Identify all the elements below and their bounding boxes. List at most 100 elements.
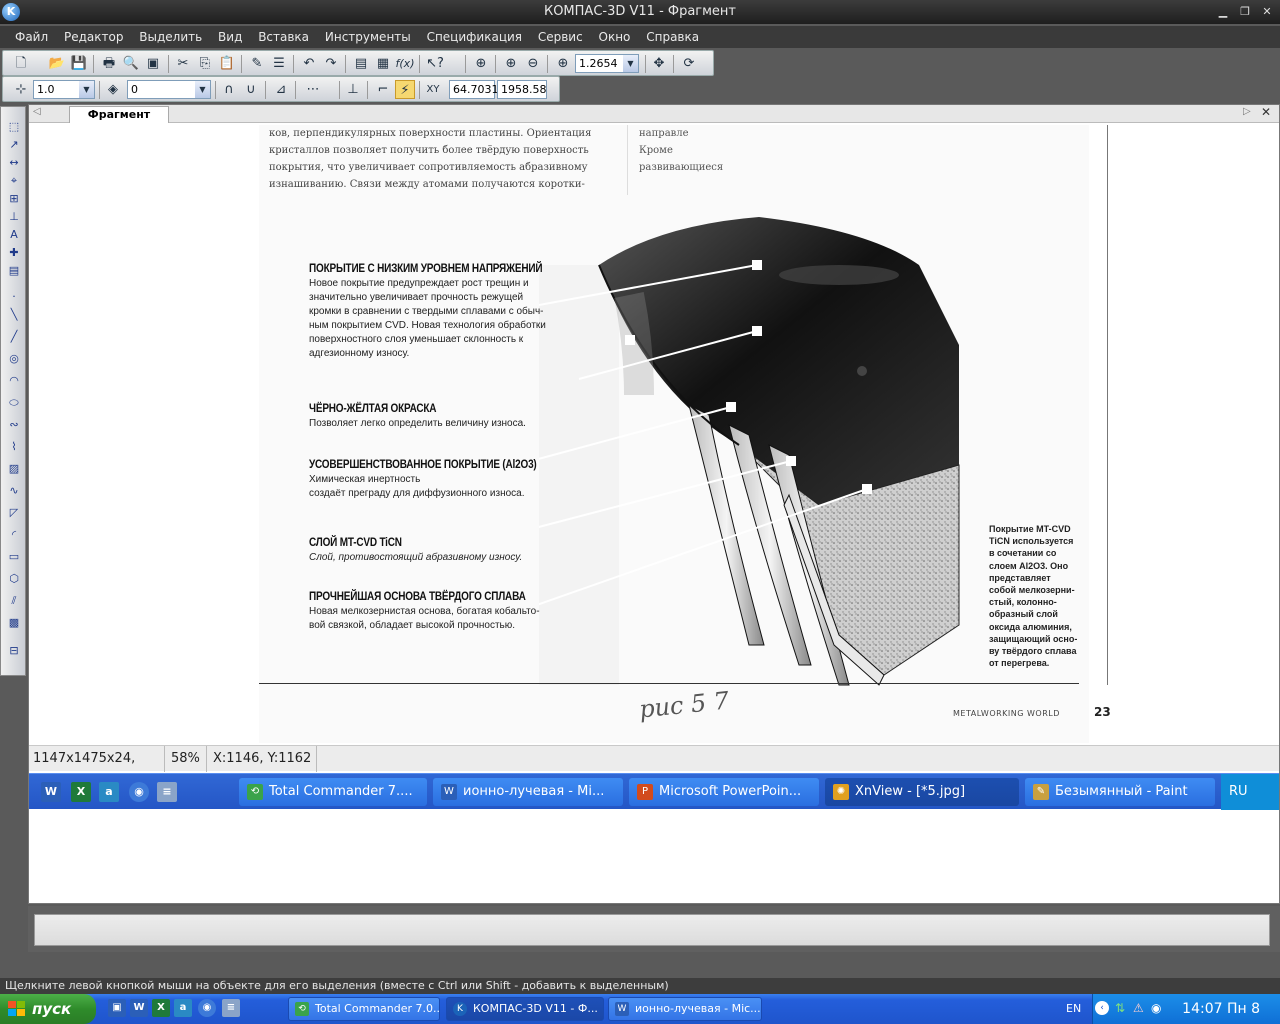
- ellipse-icon[interactable]: ⬭: [5, 395, 23, 411]
- embedded-task-total-commander[interactable]: ⟲ Total Commander 7....: [239, 778, 427, 806]
- zoom-out-icon[interactable]: ⊖: [523, 54, 543, 73]
- chevron-down-icon[interactable]: ▼: [195, 81, 210, 98]
- point-icon[interactable]: ·: [5, 289, 23, 305]
- task-kompas[interactable]: K КОМПАС-3D V11 - Ф...: [446, 997, 604, 1021]
- manager-icon[interactable]: ☰: [269, 54, 289, 73]
- snap-step-icon[interactable]: ⊹: [11, 80, 31, 99]
- pan-icon[interactable]: ✥: [649, 54, 669, 73]
- menu-window[interactable]: Окно: [594, 26, 636, 48]
- cut-icon[interactable]: ✂: [173, 54, 193, 73]
- new-file-icon[interactable]: 🗋: [11, 54, 31, 73]
- parametrization-icon[interactable]: ⊥: [5, 209, 23, 225]
- menu-service[interactable]: Сервис: [533, 26, 588, 48]
- edit-icon[interactable]: ⊞: [5, 191, 23, 207]
- menu-help[interactable]: Справка: [641, 26, 704, 48]
- layer-combo[interactable]: 0 ▼: [127, 80, 211, 99]
- polygon-icon[interactable]: ⬡: [5, 571, 23, 587]
- magnet-icon[interactable]: ∩: [219, 80, 239, 99]
- redo-icon[interactable]: ↷: [321, 54, 341, 73]
- zoom-combo[interactable]: 1.2654 ▼: [575, 54, 639, 73]
- task-total-commander[interactable]: ⟲ Total Commander 7.0...: [288, 997, 440, 1021]
- refresh-icon[interactable]: ⟳: [679, 54, 699, 73]
- zoom-window-icon[interactable]: ⊕: [471, 54, 491, 73]
- menu-tools[interactable]: Инструменты: [320, 26, 416, 48]
- ortho-mode-icon[interactable]: ⌐: [373, 80, 393, 99]
- bezier-icon[interactable]: ∿: [5, 483, 23, 499]
- layer-icon[interactable]: ◈: [103, 80, 123, 99]
- app-icon[interactable]: a: [174, 999, 192, 1017]
- properties-icon[interactable]: ✎: [247, 54, 267, 73]
- select-icon[interactable]: ⬚: [5, 119, 23, 135]
- coord-x-field[interactable]: 64.7031: [449, 80, 499, 99]
- kompas-icon[interactable]: K: [2, 3, 20, 21]
- hatch-icon[interactable]: ▨: [5, 461, 23, 477]
- library-icon[interactable]: ▤: [351, 54, 371, 73]
- menu-file[interactable]: Файл: [10, 26, 53, 48]
- ortho-icon[interactable]: ⊿: [271, 80, 291, 99]
- embedded-task-xnview[interactable]: ✺ XnView - [*5.jpg]: [825, 778, 1019, 806]
- print-preview-icon[interactable]: 🔍: [121, 54, 141, 73]
- select-mode-icon[interactable]: ✚: [5, 245, 23, 261]
- chevron-down-icon[interactable]: ▼: [623, 55, 638, 72]
- embedded-task-word[interactable]: Wионно-лучевая - Mi...: [433, 778, 623, 806]
- spline-icon[interactable]: ∾: [5, 417, 23, 433]
- polyline-icon[interactable]: ⌇: [5, 439, 23, 455]
- aux-line-icon[interactable]: ╲: [5, 307, 23, 323]
- tab-scroll-left-icon[interactable]: ◁: [33, 106, 41, 117]
- fillet-icon[interactable]: ◜: [5, 527, 23, 543]
- zoom-scale-icon[interactable]: ⊕: [553, 54, 573, 73]
- embedded-task-powerpoint[interactable]: P Microsoft PowerPoin...: [629, 778, 819, 806]
- menu-insert[interactable]: Вставка: [253, 26, 314, 48]
- open-folder-icon[interactable]: 📂: [47, 54, 67, 73]
- copy-format-icon[interactable]: ▣: [143, 54, 163, 73]
- scanned-page-image[interactable]: ков, перпендикулярных поверхности пласти…: [259, 125, 1111, 743]
- close-button[interactable]: ✕: [1258, 4, 1276, 20]
- variables-icon[interactable]: ▦: [373, 54, 393, 73]
- chamfer-icon[interactable]: ◸: [5, 505, 23, 521]
- task-word[interactable]: Wионно-лучевая - Mic...: [608, 997, 762, 1021]
- tab-scroll-right-icon[interactable]: ▷: [1243, 106, 1251, 117]
- geometry-icon[interactable]: ↗: [5, 137, 23, 153]
- antivirus-icon[interactable]: ⚠: [1133, 1001, 1144, 1015]
- app-icon[interactable]: a: [99, 782, 119, 802]
- measure-icon[interactable]: A: [5, 227, 23, 243]
- menu-edit[interactable]: Редактор: [59, 26, 128, 48]
- local-cs-icon[interactable]: ⊥: [343, 80, 363, 99]
- segment-icon[interactable]: ╱: [5, 329, 23, 345]
- save-icon[interactable]: 💾: [69, 54, 89, 73]
- rectangle-icon[interactable]: ▭: [5, 549, 23, 565]
- minimize-button[interactable]: ▁: [1214, 4, 1232, 20]
- excel-icon[interactable]: X: [152, 999, 170, 1017]
- language-indicator[interactable]: EN: [1066, 994, 1081, 1024]
- line-width-combo[interactable]: 1.0 ▼: [33, 80, 95, 99]
- grid-icon[interactable]: ⋯: [303, 80, 323, 99]
- arc-icon[interactable]: ◠: [5, 373, 23, 389]
- chevron-down-icon[interactable]: ▼: [79, 81, 94, 98]
- word-icon[interactable]: W: [130, 999, 148, 1017]
- globe-icon[interactable]: ◉: [129, 782, 149, 802]
- macro-icon[interactable]: ⊟: [5, 643, 23, 659]
- zoom-in-icon[interactable]: ⊕: [501, 54, 521, 73]
- menu-specification[interactable]: Спецификация: [422, 26, 527, 48]
- word-icon[interactable]: W: [41, 782, 61, 802]
- circle-icon[interactable]: ◎: [5, 351, 23, 367]
- copy-icon[interactable]: ⎘: [195, 54, 215, 73]
- equidistant-icon[interactable]: ⫽: [5, 593, 23, 609]
- paste-icon[interactable]: 📋: [217, 54, 237, 73]
- symbols-icon[interactable]: ⌖: [5, 173, 23, 189]
- menu-select[interactable]: Выделить: [134, 26, 207, 48]
- snap-toggle-icon[interactable]: ⚡: [395, 80, 415, 99]
- menu-view[interactable]: Вид: [213, 26, 247, 48]
- excel-icon[interactable]: X: [71, 782, 91, 802]
- undo-icon[interactable]: ↶: [299, 54, 319, 73]
- print-icon[interactable]: 🖶: [99, 54, 119, 73]
- tab-close-icon[interactable]: ✕: [1261, 105, 1271, 119]
- volume-icon[interactable]: ◉: [1151, 1001, 1161, 1015]
- tray-expand-icon[interactable]: ‹: [1095, 1001, 1109, 1015]
- save-icon[interactable]: ▣: [108, 999, 126, 1017]
- tab-fragment[interactable]: Фрагмент: [69, 106, 169, 123]
- dimensions-icon[interactable]: ↔: [5, 155, 23, 171]
- lang-indicator[interactable]: RU: [1229, 784, 1248, 799]
- network-icon[interactable]: ⇅: [1115, 1001, 1125, 1015]
- start-button[interactable]: пуск: [0, 994, 96, 1024]
